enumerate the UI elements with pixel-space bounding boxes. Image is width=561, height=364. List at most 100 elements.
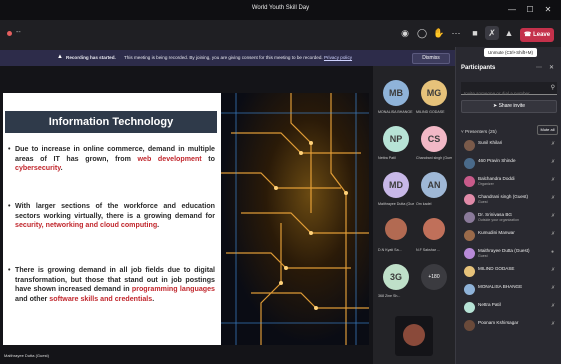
participant-row[interactable]: Dr. Srinivasa BG Outside your organizati… — [456, 209, 561, 226]
circuit-board-image — [221, 93, 369, 345]
participant-row[interactable]: Sunil Khilari ✗ — [456, 137, 561, 154]
slide-bullet: • With larger sections of the workforce a… — [8, 202, 215, 231]
mic-muted-icon[interactable]: ✗ — [485, 26, 499, 40]
unmute-tooltip: Unmute (Ctrl+Shift+M) — [484, 48, 538, 57]
participant-row[interactable]: Chandrani singh (Guest) Guest ✗ — [456, 191, 561, 208]
more-participants-tile[interactable]: +180 — [415, 260, 453, 304]
video-gallery: MB MONALISA BHANGE MG MILIND GODASE NP N… — [373, 66, 455, 364]
bullet-text: and other — [15, 294, 50, 303]
close-panel-icon[interactable]: ✕ — [549, 64, 554, 71]
avatar — [464, 302, 475, 313]
gallery-tile[interactable]: MB MONALISA BHANGE — [377, 76, 415, 120]
leave-label: Leave — [533, 32, 551, 38]
circuit-graphic — [221, 93, 369, 345]
gallery-tile[interactable]: MG MILIND GODASE — [415, 76, 453, 120]
maximize-button[interactable]: ☐ — [523, 3, 537, 16]
gallery-tile[interactable]: NP Nettra Patil — [377, 122, 415, 166]
participants-panel: Participants ⋯ ✕ ⚲ ➤ Share invite ˅ Pres… — [455, 47, 561, 364]
share-label: Share invite — [498, 103, 525, 109]
leave-button[interactable]: ☎ Leave — [520, 28, 554, 42]
chat-icon[interactable]: ◯ — [415, 26, 429, 40]
avatar — [464, 212, 475, 223]
avatar — [464, 248, 475, 259]
participant-name: Maithrayee Dutta (Guest) — [478, 248, 530, 253]
bullet-highlight: security, networking and cloud computing — [15, 221, 158, 230]
participant-name: Dr. Srinivasa BG — [478, 212, 512, 217]
avatar — [464, 284, 475, 295]
participant-role: Guest — [478, 254, 488, 258]
mic-muted-icon: ✗ — [551, 195, 556, 201]
tile-label: D.N Kyati Sa... — [378, 248, 402, 252]
tile-label: Nettra Patil — [378, 156, 396, 160]
slide-text-area: Information Technology • Due to increase … — [3, 93, 221, 345]
avatar: MG — [421, 80, 447, 106]
slide-bullet: • There is growing demand in all job fiel… — [8, 266, 215, 304]
participant-name: MILIND GODASE — [478, 266, 515, 271]
avatar — [464, 158, 475, 169]
mute-all-button[interactable]: Mute all — [537, 125, 558, 135]
mic-muted-icon: ✗ — [551, 213, 556, 219]
self-video-tile[interactable] — [395, 316, 433, 356]
participant-photo — [423, 218, 445, 240]
gallery-tile[interactable]: CS Chandrani singh (Guest) — [415, 122, 453, 166]
self-photo — [403, 324, 425, 346]
more-options-icon[interactable]: ⋯ — [449, 26, 463, 40]
recording-banner: ▲ Recording has started. This meeting is… — [0, 50, 455, 66]
avatar — [464, 320, 475, 331]
dismiss-button[interactable]: Dismiss — [412, 53, 450, 64]
share-invite-button[interactable]: ➤ Share invite — [461, 100, 557, 113]
camera-icon[interactable]: ■ — [468, 26, 482, 40]
avatar: MB — [383, 80, 409, 106]
participant-role: Outside your organization — [478, 218, 519, 222]
gallery-tile[interactable]: AN Om kadel — [415, 168, 453, 212]
invite-search[interactable]: ⚲ — [461, 82, 557, 100]
presenter-label: Maithrayee Dutta (Guest) — [4, 353, 49, 358]
participant-name: Balchandra Doddi — [478, 176, 515, 181]
share-screen-icon[interactable]: ▲ — [502, 26, 516, 40]
bullet-text: . — [157, 221, 160, 230]
participant-row[interactable]: Balchandra Doddi Organizer ✗ — [456, 173, 561, 190]
avatar: NP — [383, 126, 409, 152]
reactions-icon[interactable]: ✋ — [432, 26, 446, 40]
bullet-text: to — [201, 154, 215, 163]
mic-muted-icon: ✗ — [551, 321, 556, 327]
participant-row[interactable]: Kumudini Manwar ✗ — [456, 227, 561, 244]
pop-out-icon[interactable]: ⋯ — [536, 64, 542, 71]
gallery-tile[interactable]: 3G 368 Zine Sh... — [377, 260, 415, 304]
participant-name: Nettra Patil — [478, 302, 501, 307]
invite-input[interactable] — [461, 87, 545, 100]
people-icon[interactable]: ◉ — [398, 26, 412, 40]
participant-row[interactable]: Maithrayee Dutta (Guest) Guest ● — [456, 245, 561, 262]
gallery-tile[interactable]: D.N Kyati Sa... — [377, 214, 415, 258]
participant-name: 460 Pravin Shinde — [478, 158, 516, 163]
participant-role: Organizer — [478, 182, 494, 186]
recording-dot-icon — [7, 31, 12, 36]
shared-slide: Information Technology • Due to increase … — [3, 93, 369, 345]
window-title: World Youth Skill Day — [251, 5, 310, 11]
section-label: Presenters (25) — [464, 129, 497, 134]
presenters-section-header[interactable]: ˅ Presenters (25) — [461, 129, 497, 134]
gallery-tile[interactable]: MD Maithrayee Dutta (Guest) — [377, 168, 415, 212]
banner-text: This meeting is being recorded. By joini… — [124, 55, 352, 60]
participant-row[interactable]: Nettra Patil ✗ — [456, 299, 561, 316]
bullet-highlight: web development — [137, 154, 202, 163]
avatar — [464, 230, 475, 241]
bullet-icon: • — [8, 266, 11, 274]
privacy-policy-link[interactable]: Privacy policy — [324, 55, 352, 60]
minimize-button[interactable]: — — [505, 3, 519, 16]
tile-label: MILIND GODASE — [416, 110, 445, 114]
mic-muted-icon: ✗ — [551, 303, 556, 309]
participant-row[interactable]: 460 Pravin Shinde ✗ — [456, 155, 561, 172]
close-button[interactable]: ✕ — [541, 3, 555, 16]
tile-label: Chandrani singh (Guest) — [416, 156, 452, 160]
avatar — [464, 266, 475, 277]
banner-message: This meeting is being recorded. By joini… — [124, 55, 323, 60]
bullet-highlight: software skills and credentials — [49, 294, 153, 303]
avatar: AN — [421, 172, 447, 198]
participant-name: Sunil Khilari — [478, 140, 503, 145]
avatar: MD — [383, 172, 409, 198]
participant-row[interactable]: Poonam Kshirsagar ✗ — [456, 317, 561, 334]
participant-row[interactable]: MILIND GODASE ✗ — [456, 263, 561, 280]
participant-row[interactable]: MONALISA BHANGE ✗ — [456, 281, 561, 298]
gallery-tile[interactable]: N.F Sakshar ... — [415, 214, 453, 258]
